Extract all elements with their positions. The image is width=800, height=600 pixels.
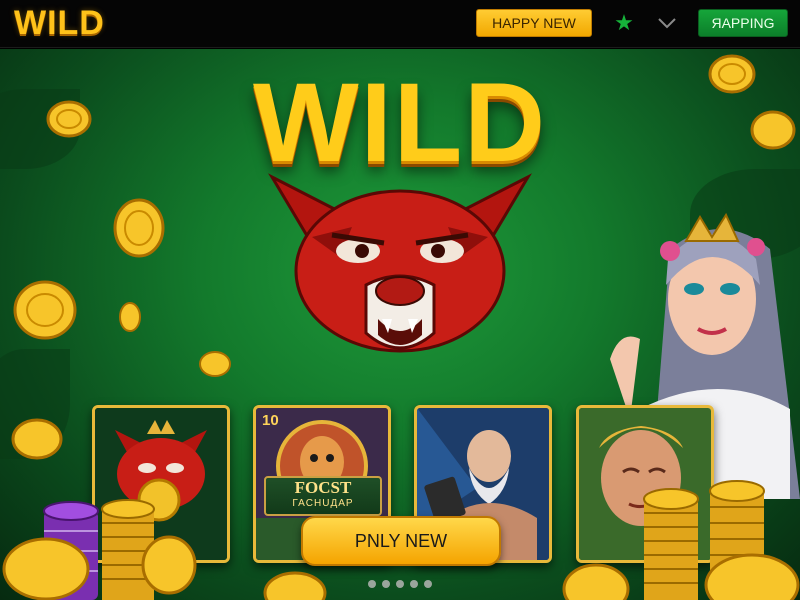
card-subtitle: ГАCHUДAP bbox=[292, 498, 354, 509]
carousel-dot[interactable] bbox=[396, 580, 404, 588]
card-badge: 10 bbox=[262, 412, 279, 429]
carousel-dot[interactable] bbox=[368, 580, 376, 588]
gold-coin bbox=[704, 553, 800, 600]
gold-coin bbox=[2, 537, 90, 600]
star-icon[interactable]: ★ bbox=[611, 10, 637, 36]
carousel-dot[interactable] bbox=[410, 580, 418, 588]
chevron-down-icon[interactable] bbox=[654, 10, 680, 36]
beast-mascot bbox=[268, 173, 532, 353]
gold-coin bbox=[562, 563, 630, 600]
gold-coin bbox=[750, 110, 796, 150]
gold-coin-stack bbox=[643, 488, 699, 600]
top-bar: WILD HAPPY NEW ★ ЯAPPING bbox=[0, 0, 800, 48]
hero-title: WILD bbox=[252, 60, 548, 185]
gold-coin bbox=[708, 54, 756, 94]
gold-coin bbox=[141, 535, 197, 595]
gold-coin bbox=[113, 198, 165, 258]
gold-coin bbox=[263, 571, 327, 600]
happy-new-button[interactable]: HAPPY NEW bbox=[476, 9, 592, 37]
gold-coin bbox=[46, 100, 92, 138]
gold-coin bbox=[119, 302, 141, 332]
carousel-dots bbox=[368, 580, 438, 590]
carousel-dot[interactable] bbox=[424, 580, 432, 588]
gold-coin bbox=[13, 280, 77, 340]
gold-coin bbox=[11, 418, 63, 460]
card-title: FOCST bbox=[294, 478, 352, 497]
play-now-button[interactable]: PNLY NEW bbox=[301, 516, 501, 566]
action-button[interactable]: ЯAPPING bbox=[698, 9, 788, 37]
gold-coin bbox=[199, 351, 231, 377]
site-logo[interactable]: WILD bbox=[14, 4, 105, 43]
hero-banner: WILD 10 FOCST ГАCHUДAP PNLY NEW bbox=[0, 49, 800, 600]
carousel-dot[interactable] bbox=[382, 580, 390, 588]
card-title-plate: FOCST ГАCHUДAP bbox=[264, 476, 382, 516]
